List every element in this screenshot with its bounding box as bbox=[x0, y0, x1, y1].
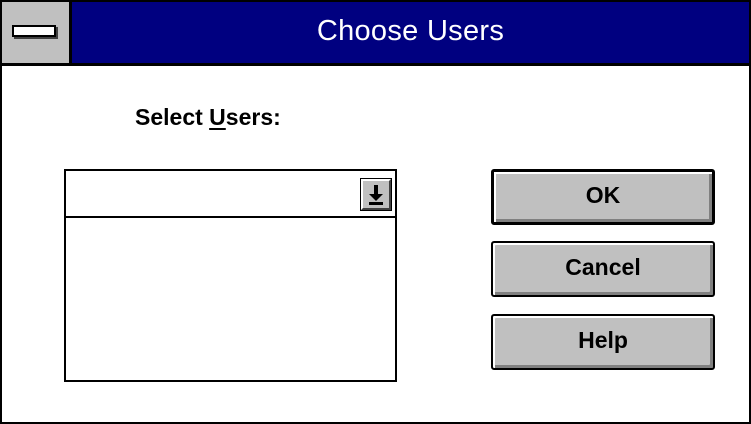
label-text-before: Select bbox=[135, 104, 210, 130]
choose-users-dialog: Choose Users Select Users: OK Cancel Hel… bbox=[0, 0, 751, 424]
label-mnemonic: U bbox=[209, 104, 226, 130]
system-menu-button[interactable] bbox=[2, 2, 72, 63]
arrow-down-icon bbox=[369, 185, 383, 205]
users-combo-edit[interactable] bbox=[66, 171, 395, 218]
label-text-after: sers: bbox=[225, 104, 281, 130]
select-users-label: Select Users: bbox=[135, 104, 281, 131]
system-menu-icon bbox=[12, 25, 56, 37]
users-combo-box[interactable] bbox=[64, 169, 397, 382]
title-bar[interactable]: Choose Users bbox=[2, 2, 749, 66]
ok-button[interactable]: OK bbox=[491, 169, 715, 225]
cancel-button[interactable]: Cancel bbox=[491, 241, 715, 297]
users-dropdown-button[interactable] bbox=[360, 178, 392, 211]
help-button[interactable]: Help bbox=[491, 314, 715, 370]
window-title: Choose Users bbox=[316, 15, 505, 47]
